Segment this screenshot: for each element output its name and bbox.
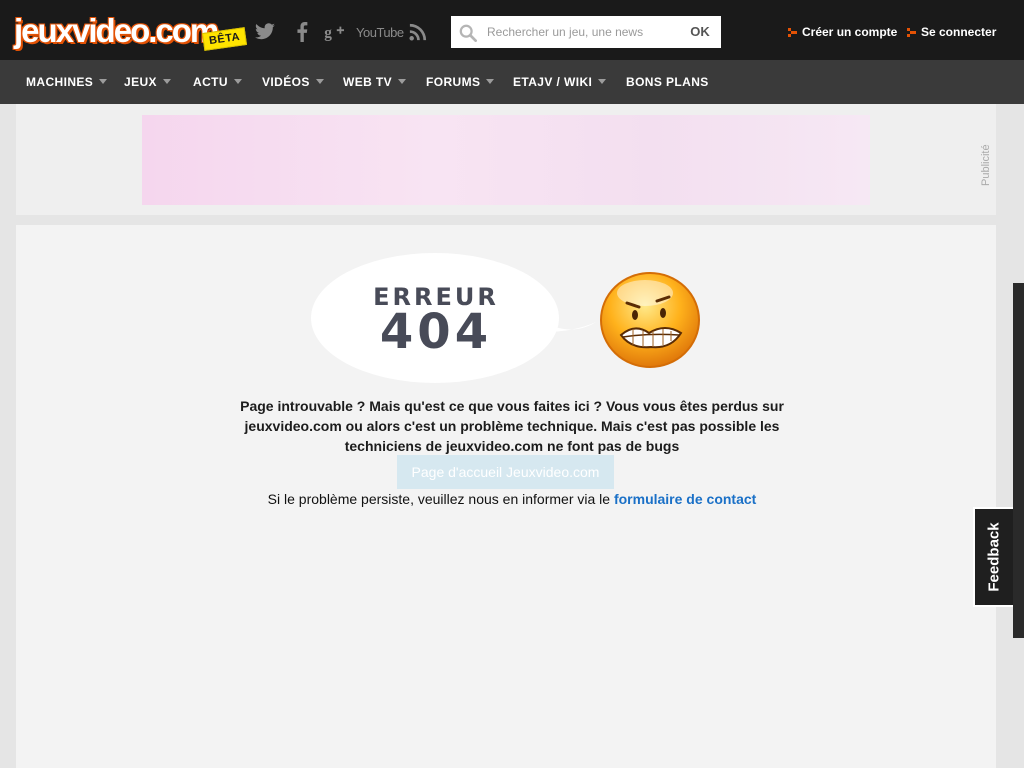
youtube-label: YouTube [356,24,404,40]
nav-item-label: BONS PLANS [626,75,709,89]
contact-form-link[interactable]: formulaire de contact [614,491,756,507]
nav-item-etajv-wiki[interactable]: ETAJV / WIKI [513,60,607,104]
error-code: 404 [379,304,493,360]
chevron-down-icon [598,79,607,85]
logo-text: jeuxvideo.com [14,12,219,49]
nav-item-machines[interactable]: MACHINES [26,60,108,104]
login-link[interactable]: Se connecter [907,25,996,39]
nav-item-label: MACHINES [26,75,94,89]
chevron-down-icon [162,79,171,85]
twitter-icon[interactable] [254,20,276,44]
feedback-tab[interactable]: Feedback [973,507,1013,607]
side-strip [1013,283,1024,638]
nav-item-label: FORUMS [426,75,481,89]
nav-item-label: ETAJV / WIKI [513,75,593,89]
feedback-label: Feedback [985,522,1003,592]
error-title: ERREUR 404 [346,285,526,360]
nav-item-label: JEUX [124,75,157,89]
nav-item-label: WEB TV [343,75,393,89]
login-label: Se connecter [921,25,997,39]
ad-banner[interactable] [142,115,870,205]
search-icon [459,24,477,42]
nav-item-videos[interactable]: VIDÉOS [262,60,324,104]
nav-item-label: VIDÉOS [262,75,310,89]
google-plus-icon[interactable]: g [324,20,346,44]
search-bar: OK [451,16,721,48]
main-nav: MACHINES JEUX ACTU VIDÉOS WEB TV FORUMS … [0,60,1024,104]
ad-label: Publicité [980,144,992,186]
site-logo[interactable]: jeuxvideo.com BÊTA [14,12,248,51]
error-message: Page introuvable ? Mais qu'est ce que vo… [240,398,784,454]
pixel-arrow-icon [907,27,917,37]
chevron-down-icon [486,79,495,85]
search-input[interactable] [487,16,677,48]
persist-message: Si le problème persiste, veuillez nous e… [200,490,824,508]
create-account-link[interactable]: Créer un compte [788,25,897,39]
chevron-down-icon [99,79,108,85]
svg-text:g: g [324,24,332,41]
top-bar: jeuxvideo.com BÊTA g YouTube OK Créer un… [0,0,1024,60]
nav-item-jeux[interactable]: JEUX [124,60,171,104]
create-account-label: Créer un compte [802,25,898,39]
home-page-button[interactable]: Page d'accueil Jeuxvideo.com [397,455,614,489]
youtube-icon[interactable]: YouTube [356,20,404,44]
search-submit-button[interactable]: OK [679,16,721,48]
nav-item-label: ACTU [193,75,228,89]
nav-item-bons-plans[interactable]: BONS PLANS [626,60,709,104]
chevron-down-icon [315,79,324,85]
nav-item-web-tv[interactable]: WEB TV [343,60,407,104]
chevron-down-icon [398,79,407,85]
rss-icon[interactable] [409,20,427,44]
persist-text: Si le problème persiste, veuillez nous e… [267,491,614,507]
nav-item-forums[interactable]: FORUMS [426,60,495,104]
speech-bubble-tail [540,320,596,332]
grimacing-smiley-icon [600,272,700,368]
chevron-down-icon [233,79,242,85]
nav-item-actu[interactable]: ACTU [193,60,242,104]
facebook-icon[interactable] [296,20,308,44]
pixel-arrow-icon [788,27,798,37]
